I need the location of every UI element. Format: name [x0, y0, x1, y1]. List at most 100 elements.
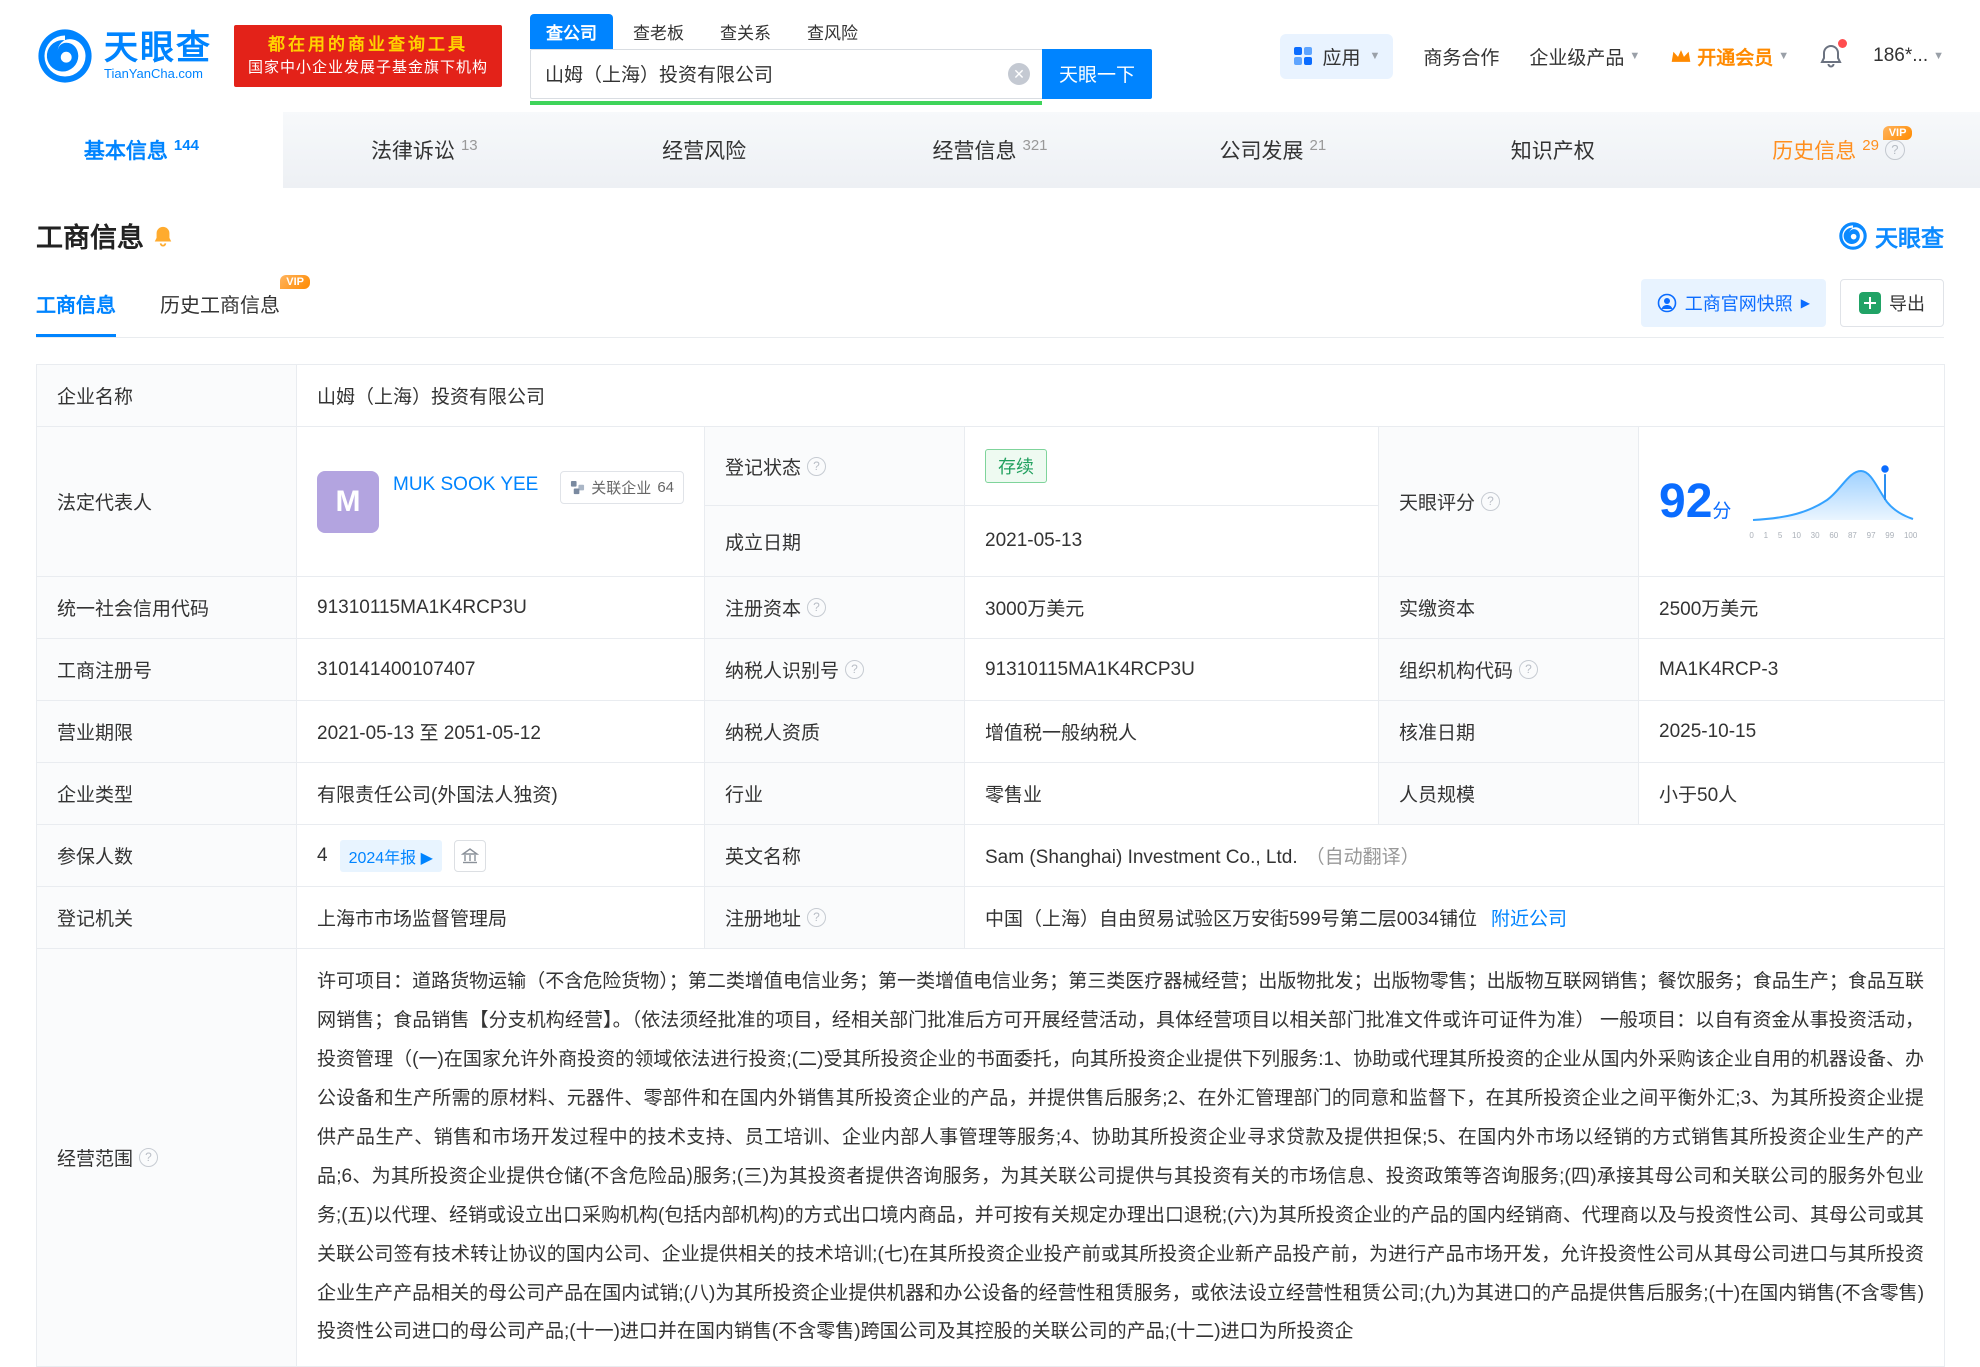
field-label: 参保人数	[37, 825, 297, 887]
legal-rep-name-link[interactable]: MUK SOOK YEE	[393, 471, 538, 500]
related-companies-icon	[570, 480, 585, 495]
legal-rep-avatar[interactable]: M	[317, 471, 379, 533]
help-icon[interactable]: ?	[807, 457, 826, 476]
tab-intellectual-property[interactable]: 知识产权	[1414, 112, 1697, 188]
export-button[interactable]: 导出	[1840, 279, 1944, 327]
banner-line1: 都在用的商业查询工具	[248, 33, 488, 58]
field-label: 注册资本 ?	[705, 577, 965, 639]
table-row: 营业期限 2021-05-13 至 2051-05-12 纳税人资质 增值税一般…	[37, 701, 1945, 763]
help-icon[interactable]: ?	[1519, 660, 1538, 679]
tab-operating-risk[interactable]: 经营风险	[566, 112, 849, 188]
table-row: 经营范围 ? 许可项目：道路货物运输（不含危险货物）；第二类增值电信业务；第一类…	[37, 949, 1945, 1367]
reg-number-value: 310141400107407	[297, 639, 705, 701]
subtab-business-registration[interactable]: 工商信息	[36, 289, 116, 337]
search-input[interactable]	[530, 49, 1042, 99]
field-label: 统一社会信用代码	[37, 577, 297, 639]
tab-legal-proceedings[interactable]: 法律诉讼 13	[283, 112, 566, 188]
table-row: 登记机关 上海市市场监督管理局 注册地址 ? 中国（上海）自由贸易试验区万安街5…	[37, 887, 1945, 949]
vip-badge: VIP	[280, 275, 310, 289]
field-label: 注册地址 ?	[705, 887, 965, 949]
chevron-down-icon: ▼	[1933, 50, 1944, 62]
table-row: 企业类型 有限责任公司(外国法人独资) 行业 零售业 人员规模 小于50人	[37, 763, 1945, 825]
help-icon[interactable]: ?	[1885, 140, 1905, 160]
search-button[interactable]: 天眼一下	[1042, 49, 1152, 99]
business-term-value: 2021-05-13 至 2051-05-12	[297, 701, 705, 763]
annual-report-badge[interactable]: 2024年报 ▶	[340, 840, 442, 872]
field-label: 核准日期	[1379, 701, 1639, 763]
field-label: 登记机关	[37, 887, 297, 949]
brand-domain: TianYanCha.com	[104, 66, 212, 81]
snapshot-icon	[1657, 293, 1677, 313]
chevron-down-icon: ▼	[1778, 50, 1789, 62]
company-type-value: 有限责任公司(外国法人独资)	[297, 763, 705, 825]
field-label: 组织机构代码 ?	[1379, 639, 1639, 701]
field-label: 行业	[705, 763, 965, 825]
brand-name: 天眼查	[104, 31, 212, 67]
help-icon[interactable]: ?	[139, 1148, 158, 1167]
tianyancha-watermark-icon	[1838, 221, 1868, 251]
chevron-down-icon: ▼	[1369, 50, 1380, 62]
tab-basic-info[interactable]: 基本信息 144	[0, 112, 283, 188]
field-label: 营业期限	[37, 701, 297, 763]
help-icon[interactable]: ?	[845, 660, 864, 679]
search-tab-relation[interactable]: 查关系	[704, 14, 787, 49]
social-insurance-icon-button[interactable]	[454, 840, 486, 872]
nearby-companies-link[interactable]: 附近公司	[1491, 909, 1567, 930]
help-icon[interactable]: ?	[1481, 492, 1500, 511]
chevron-down-icon: ▼	[1629, 50, 1640, 62]
search-box: ✕ 天眼一下	[530, 49, 1152, 99]
search-category-tabs: 查公司 查老板 查关系 查风险	[530, 14, 1152, 49]
related-companies-badge[interactable]: 关联企业 64	[560, 471, 684, 504]
table-row: 法定代表人 M MUK SOOK YEE 关联企业 64	[37, 427, 1945, 506]
search-tab-risk[interactable]: 查风险	[791, 14, 874, 49]
watermark-logo: 天眼查	[1838, 219, 1944, 253]
field-label: 纳税人资质	[705, 701, 965, 763]
english-name-value: Sam (Shanghai) Investment Co., Ltd.（自动翻译…	[965, 825, 1945, 887]
subtab-history-registration[interactable]: 历史工商信息 VIP	[160, 289, 280, 337]
apps-label: 应用	[1322, 43, 1360, 70]
tab-history-info[interactable]: VIP 历史信息 29 ?	[1697, 112, 1980, 188]
search-tab-company[interactable]: 查公司	[530, 14, 613, 49]
clear-search-icon[interactable]: ✕	[1008, 63, 1030, 85]
legal-rep-cell: M MUK SOOK YEE 关联企业 64	[297, 427, 705, 577]
business-coop-link[interactable]: 商务合作	[1423, 43, 1499, 70]
score-curve-chart: 01 510 3060 8797 99100	[1747, 463, 1919, 540]
org-code-value: MA1K4RCP-3	[1639, 639, 1945, 701]
tianyancha-logo[interactable]: 天眼查 TianYanCha.com	[36, 27, 212, 85]
notifications-bell[interactable]	[1819, 43, 1843, 69]
subscribe-bell-icon[interactable]	[152, 224, 174, 248]
table-row: 统一社会信用代码 91310115MA1K4RCP3U 注册资本 ? 3000万…	[37, 577, 1945, 639]
table-row: 参保人数 4 2024年报 ▶	[37, 825, 1945, 887]
top-header: 天眼查 TianYanCha.com 都在用的商业查询工具 国家中小企业发展子基…	[0, 0, 1980, 112]
account-phone-menu[interactable]: 186*... ▼	[1873, 45, 1944, 67]
excel-icon	[1859, 292, 1881, 314]
status-badge: 存续	[985, 449, 1047, 483]
help-icon[interactable]: ?	[807, 598, 826, 617]
official-snapshot-button[interactable]: 工商官网快照 ▶	[1641, 279, 1826, 327]
apps-menu[interactable]: 应用 ▼	[1280, 34, 1393, 79]
brand-slogan-banner: 都在用的商业查询工具 国家中小企业发展子基金旗下机构	[234, 25, 502, 87]
tianyancha-logo-icon	[36, 27, 94, 85]
score-unit: 分	[1712, 501, 1731, 522]
insured-cell: 4 2024年报 ▶	[297, 825, 705, 887]
industry-value: 零售业	[965, 763, 1379, 825]
field-label: 企业名称	[37, 365, 297, 427]
chevron-right-icon: ▶	[1801, 296, 1810, 310]
open-vip-button[interactable]: 开通会员 ▼	[1670, 43, 1789, 70]
field-label: 经营范围 ?	[37, 949, 297, 1367]
field-label: 企业类型	[37, 763, 297, 825]
tab-company-development[interactable]: 公司发展 21	[1131, 112, 1414, 188]
company-name-value: 山姆（上海）投资有限公司	[297, 365, 1945, 427]
paid-capital-value: 2500万美元	[1639, 577, 1945, 639]
main-content: 工商信息 天眼查 工商信息 历史工商信息 VIP	[0, 216, 1980, 1367]
search-tab-boss[interactable]: 查老板	[617, 14, 700, 49]
table-row: 工商注册号 310141400107407 纳税人识别号 ? 91310115M…	[37, 639, 1945, 701]
reg-authority-value: 上海市市场监督管理局	[297, 887, 705, 949]
table-row: 企业名称 山姆（上海）投资有限公司	[37, 365, 1945, 427]
vip-badge: VIP	[1883, 126, 1913, 140]
tab-business-info[interactable]: 经营信息 321	[849, 112, 1132, 188]
taxpayer-id-value: 91310115MA1K4RCP3U	[965, 639, 1379, 701]
banner-line2: 国家中小企业发展子基金旗下机构	[248, 57, 488, 79]
enterprise-product-menu[interactable]: 企业级产品 ▼	[1529, 43, 1640, 70]
help-icon[interactable]: ?	[807, 908, 826, 927]
